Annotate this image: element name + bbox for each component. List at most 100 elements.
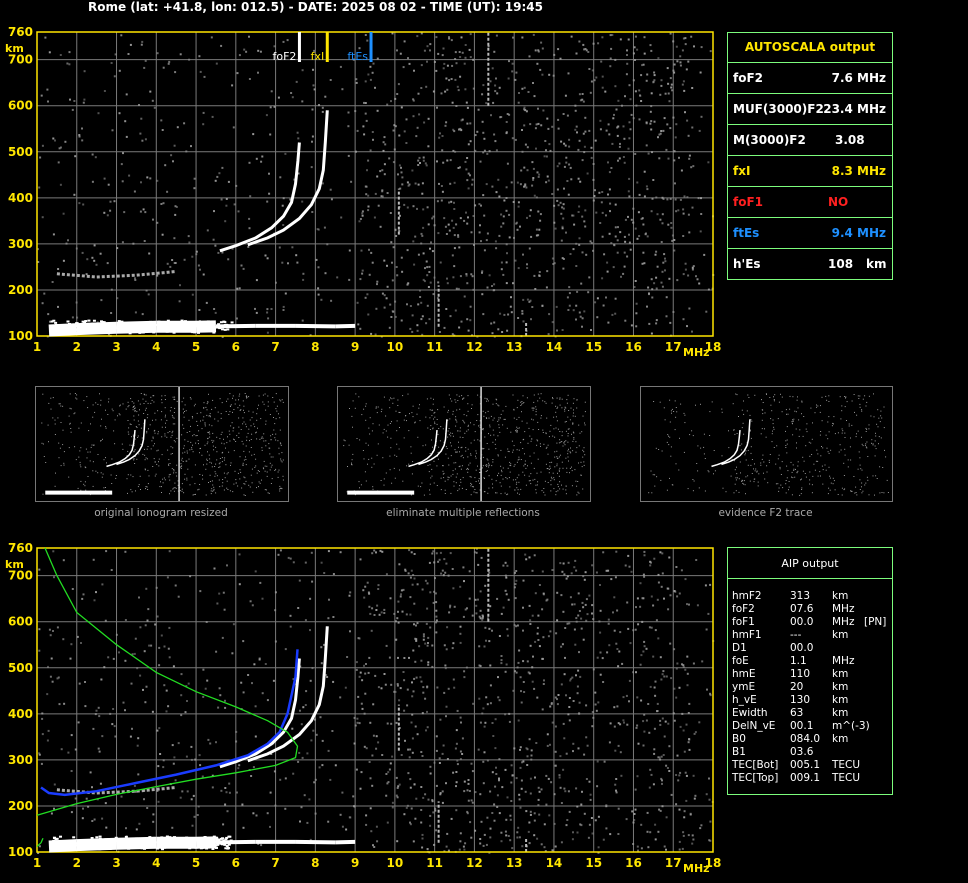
noise-dot — [568, 304, 571, 307]
noise-dot — [559, 57, 562, 60]
thumb-noise-dot — [207, 438, 209, 440]
noise-dot — [459, 275, 462, 278]
thumb-noise-dot — [83, 483, 85, 485]
thumb-noise-dot — [504, 418, 506, 420]
thumb-noise-dot — [242, 462, 244, 464]
noise-dot — [412, 115, 415, 118]
noise-dot — [215, 741, 217, 744]
thumb-noise-dot — [174, 441, 176, 443]
noise-dot — [260, 160, 263, 163]
thumb-noise-dot — [239, 404, 241, 406]
noise-dot — [570, 178, 573, 181]
thumb-noise-dot — [565, 421, 567, 422]
noise-dot — [396, 840, 399, 843]
noise-dot — [491, 67, 494, 70]
noise-dot — [572, 700, 575, 702]
es-speckle — [121, 327, 125, 330]
thumb-noise-dot — [811, 492, 813, 494]
thumb-noise-dot — [795, 428, 797, 430]
noise-dot — [381, 550, 384, 553]
thumb-noise-dot — [273, 417, 274, 418]
noise-dot — [394, 300, 397, 303]
noise-dot — [505, 834, 508, 837]
noise-dot — [138, 104, 140, 106]
noise-dot — [304, 561, 307, 564]
thumb-noise-dot — [479, 472, 480, 473]
thumb-noise-dot — [747, 475, 749, 477]
thumb-noise-dot — [242, 417, 244, 419]
es-speckle — [108, 327, 112, 330]
thumb-noise-dot — [488, 466, 490, 468]
thumb-noise-dot — [101, 476, 103, 478]
thumb-noise-dot — [211, 425, 213, 427]
thumb-noise-dot — [184, 451, 186, 453]
noise-dot — [470, 836, 473, 839]
thumb-noise-dot — [100, 440, 102, 441]
thumb-noise-dot — [460, 479, 462, 481]
noise-dot — [531, 614, 534, 617]
noise-dot — [501, 786, 504, 789]
noise-dot — [390, 722, 393, 725]
noise-dot — [491, 332, 494, 335]
noise-dot — [225, 197, 228, 200]
noise-dot — [450, 78, 453, 80]
noise-dot — [279, 549, 282, 552]
noise-dot — [471, 801, 474, 804]
thumb-noise-dot — [695, 404, 696, 406]
noise-dot — [156, 615, 159, 618]
thumb-noise-dot — [168, 459, 170, 461]
thumb-noise-dot — [153, 430, 155, 432]
noise-dot — [533, 819, 536, 822]
noise-dot — [417, 253, 420, 256]
noise-dot — [597, 846, 600, 849]
thumb-noise-dot — [524, 431, 526, 433]
noise-dot — [570, 572, 573, 575]
noise-dot — [422, 208, 425, 211]
noise-dot — [557, 127, 560, 130]
noise-dot — [167, 705, 170, 708]
noise-dot — [95, 591, 97, 594]
noise-dot — [133, 190, 136, 193]
thumb-noise-dot — [882, 467, 884, 468]
noise-dot — [121, 180, 124, 183]
thumb-noise-dot — [127, 401, 129, 403]
noise-dot — [366, 293, 369, 296]
noise-dot — [580, 627, 583, 630]
thumb-noise-dot — [854, 492, 856, 494]
thumb-noise-dot — [212, 484, 214, 486]
noise-dot — [672, 712, 675, 715]
noise-dot — [504, 561, 507, 564]
thumb-noise-dot — [434, 421, 436, 423]
thumb-noise-dot — [448, 477, 450, 479]
thumb-noise-dot — [819, 471, 821, 473]
thumb-noise-dot — [524, 460, 526, 462]
noise-dot — [562, 258, 565, 260]
noise-dot — [113, 725, 116, 728]
thumb-noise-dot — [154, 432, 156, 434]
es-speckle — [49, 328, 53, 331]
noise-dot — [355, 78, 358, 81]
thumb-noise-dot — [488, 433, 489, 435]
noise-dot — [443, 62, 446, 65]
thumb-noise-dot — [549, 467, 551, 469]
es-speckle — [128, 332, 132, 335]
noise-dot — [422, 226, 425, 229]
noise-dot — [401, 270, 404, 273]
thumb-noise-dot — [74, 393, 76, 394]
thumb-noise-dot — [844, 437, 846, 438]
noise-dot — [442, 67, 445, 70]
thumb-noise-dot — [165, 414, 166, 416]
thumb-noise-dot — [243, 476, 245, 478]
noise-dot — [700, 197, 702, 200]
noise-dot — [193, 177, 196, 180]
noise-dot — [274, 609, 277, 612]
noise-dot — [414, 235, 417, 238]
thumb-noise-dot — [393, 397, 395, 399]
thumb-noise-dot — [206, 403, 208, 405]
noise-dot — [498, 758, 501, 761]
noise-dot — [651, 151, 653, 154]
thumb-noise-dot — [847, 459, 849, 461]
noise-dot — [415, 676, 418, 679]
noise-dot — [93, 244, 96, 247]
thumb-noise-dot — [878, 436, 880, 438]
